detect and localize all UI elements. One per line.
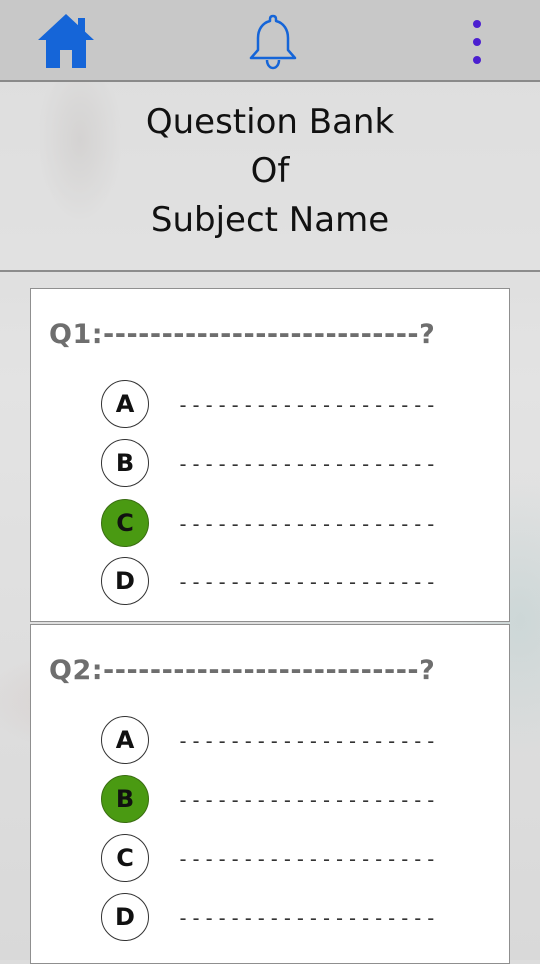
option-d-circle[interactable]: D: [101, 557, 149, 605]
option-a-circle[interactable]: A: [101, 716, 149, 764]
more-vertical-icon[interactable]: [465, 16, 489, 68]
option-d-circle[interactable]: D: [101, 893, 149, 941]
option-d-text: --------------------: [177, 906, 438, 930]
option-b-text: --------------------: [177, 452, 438, 476]
home-icon[interactable]: [36, 12, 96, 70]
option-b[interactable]: B --------------------: [101, 439, 501, 491]
option-c-circle-selected[interactable]: C: [101, 499, 149, 547]
header-title-line-1: Question Bank: [145, 102, 395, 142]
option-b[interactable]: B --------------------: [101, 775, 501, 827]
option-c-text: --------------------: [177, 847, 438, 871]
option-c-circle[interactable]: C: [101, 834, 149, 882]
option-d-text: --------------------: [177, 570, 438, 594]
bell-icon[interactable]: [247, 12, 299, 72]
question-card-1: Q1:---------------------------? A ------…: [30, 288, 510, 622]
option-a-text: --------------------: [177, 729, 438, 753]
question-title: Q2:---------------------------?: [49, 655, 436, 686]
option-d[interactable]: D --------------------: [101, 557, 501, 609]
option-a-circle[interactable]: A: [101, 380, 149, 428]
option-b-circle-selected[interactable]: B: [101, 775, 149, 823]
top-app-bar: [0, 0, 540, 82]
option-c[interactable]: C --------------------: [101, 834, 501, 886]
option-b-text: --------------------: [177, 788, 438, 812]
option-d[interactable]: D --------------------: [101, 893, 501, 945]
option-a[interactable]: A --------------------: [101, 380, 501, 432]
option-a-text: --------------------: [177, 393, 438, 417]
header-title-line-2: Of: [250, 151, 290, 191]
option-b-circle[interactable]: B: [101, 439, 149, 487]
header-title-line-3: Subject Name: [150, 200, 390, 240]
option-a[interactable]: A --------------------: [101, 716, 501, 768]
question-title: Q1:---------------------------?: [49, 319, 436, 350]
option-c-text: --------------------: [177, 512, 438, 536]
page-header: Question Bank Of Subject Name: [0, 82, 540, 272]
question-card-2: Q2:---------------------------? A ------…: [30, 624, 510, 964]
option-c[interactable]: C --------------------: [101, 499, 501, 551]
